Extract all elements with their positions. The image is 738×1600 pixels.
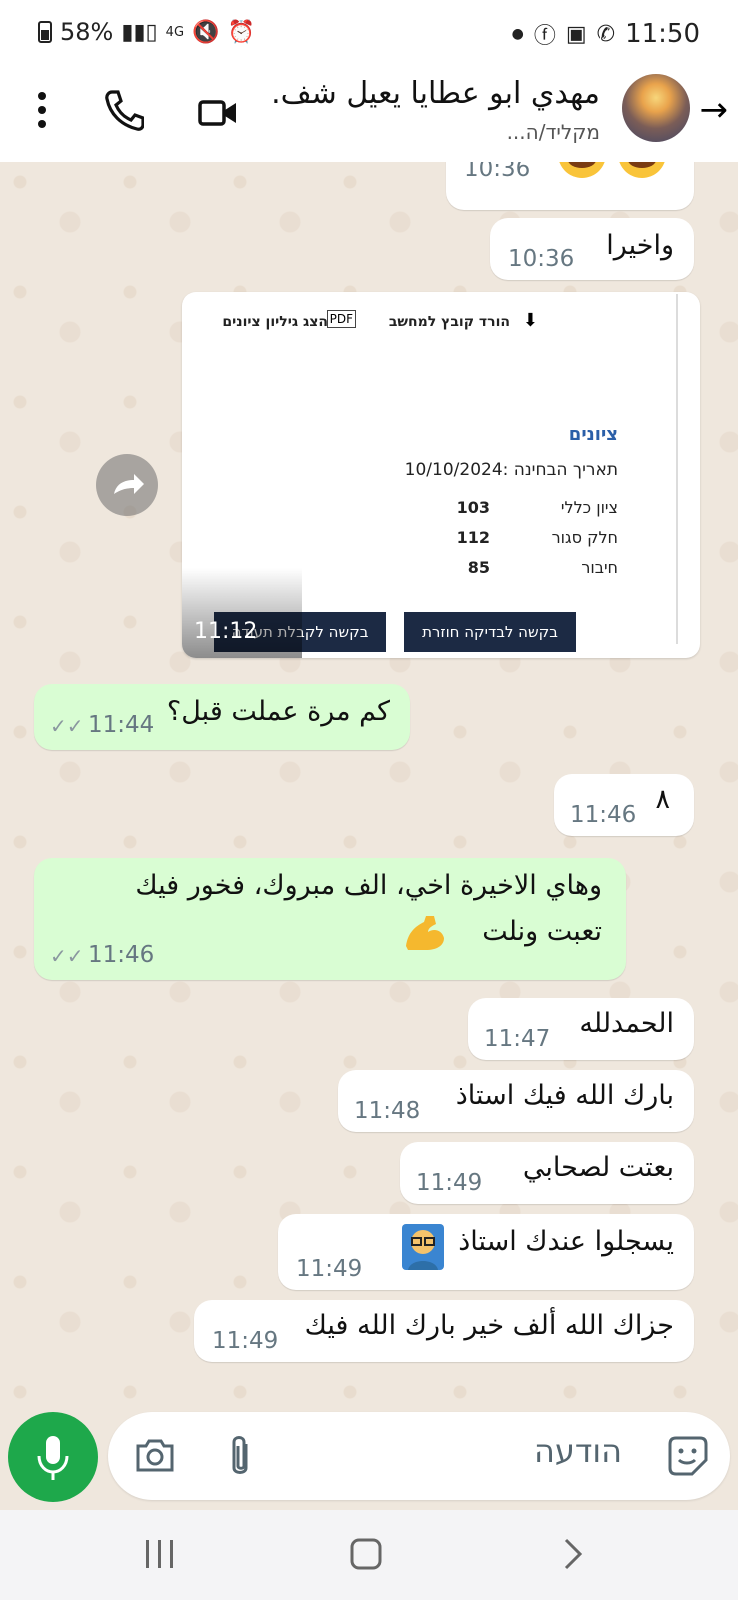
gallery-icon: ▣	[565, 21, 587, 47]
battery-icon	[38, 21, 52, 43]
dot-icon: ●	[511, 26, 524, 42]
report-row-label: חיבור	[581, 558, 618, 577]
image-shade	[182, 568, 302, 658]
message-text-line: تعبت ونلت	[482, 916, 602, 947]
back-arrow-icon[interactable]: →	[700, 90, 729, 130]
flexed-biceps-emoji-icon	[402, 912, 446, 956]
back-icon[interactable]	[552, 1536, 592, 1572]
message-incoming[interactable]: بارك الله فيك استاذ 11:48	[338, 1070, 694, 1132]
message-time: 11:48	[354, 1098, 421, 1124]
report-view-label: הצג גיליון ציונים	[222, 314, 328, 330]
message-text: كم مرة عملت قبل؟	[166, 696, 390, 727]
contact-name[interactable]: مهدي ابو عطايا يعيل شف.	[260, 76, 600, 111]
message-outgoing[interactable]: كم مرة عملت قبل؟ ✓✓ 11:44	[34, 684, 410, 750]
message-text: بعتت لصحابي	[522, 1152, 674, 1183]
read-ticks-icon: ✓✓	[50, 714, 84, 738]
report-exam-date: תאריך הבחינה :10/10/2024	[404, 460, 618, 480]
message-time: 10:36	[464, 162, 531, 182]
message-text: يسجلوا عندك استاذ	[458, 1226, 674, 1257]
message-text: جزاك الله ألف خير بارك الله فيك	[304, 1310, 674, 1341]
report-row-label: ציון כללי	[560, 498, 618, 517]
message-incoming[interactable]: يسجلوا عندك استاذ 11:49	[278, 1214, 694, 1290]
pdf-icon: PDF	[326, 310, 356, 328]
image-message[interactable]: ⬇ הורד קובץ למחשב PDF הצג גיליון ציונים …	[182, 292, 700, 658]
message-outgoing[interactable]: وهاي الاخيرة اخي، الف مبروك، فخور فيك تع…	[34, 858, 626, 980]
battery-level: 58%	[60, 18, 114, 46]
phone-call-icon[interactable]	[104, 88, 144, 132]
report-row-value: 112	[456, 528, 490, 547]
message-time: 10:36	[508, 246, 575, 272]
report-row-value: 103	[456, 498, 490, 517]
message-incoming[interactable]: 10:36	[446, 162, 694, 210]
status-time: 11:50	[625, 19, 700, 49]
status-right: ● ⓕ ▣ ✆ 11:50	[512, 18, 700, 50]
status-left: 58% ▮▮▯ 4G 🔇 ⏰	[38, 18, 255, 46]
message-text-line: وهاي الاخيرة اخي، الف مبروك، فخور فيك	[135, 870, 602, 901]
more-options-icon[interactable]	[36, 90, 48, 130]
message-time: 11:49	[212, 1328, 279, 1354]
facebook-icon: ⓕ	[533, 24, 556, 49]
message-time: 11:49	[296, 1256, 363, 1282]
report-heading: ציונים	[568, 424, 618, 445]
camera-icon[interactable]	[134, 1434, 176, 1476]
message-input[interactable]: הודעה	[108, 1412, 730, 1500]
microphone-icon	[37, 1436, 69, 1480]
read-ticks-icon: ✓✓	[50, 944, 84, 968]
recent-apps-icon[interactable]	[140, 1536, 180, 1572]
forward-icon[interactable]	[96, 454, 158, 516]
chat-area[interactable]: 10:36 واخيرا 10:36 ⬇ הורד קובץ למחשב PDF…	[0, 162, 738, 1410]
message-text: بارك الله فيك استاذ	[455, 1080, 674, 1111]
message-time: 11:46	[88, 942, 155, 968]
message-text: واخيرا	[606, 230, 674, 261]
message-time: 11:44	[88, 712, 155, 738]
typing-status: מקליד/ה...	[506, 120, 600, 144]
network-type: 4G	[165, 24, 185, 40]
home-icon[interactable]	[346, 1536, 386, 1572]
report-recheck-button: בקשה לבדיקה חוזרת	[404, 612, 576, 652]
message-incoming[interactable]: الحمدلله 11:47	[468, 998, 694, 1060]
message-incoming[interactable]: جزاك الله ألف خير بارك الله فيك 11:49	[194, 1300, 694, 1362]
message-incoming[interactable]: بعتت لصحابي 11:49	[400, 1142, 694, 1204]
chat-header: → مهدي ابو عطايا يعيل شف. מקליד/ה...	[0, 70, 738, 163]
message-time: 11:47	[484, 1026, 551, 1052]
report-download-label: הורד קובץ למחשב	[388, 314, 510, 330]
download-icon: ⬇	[522, 310, 538, 331]
message-time: 11:49	[416, 1170, 483, 1196]
message-incoming[interactable]: واخيرا 10:36	[490, 218, 694, 280]
signal-icon: ▮▮▯	[121, 19, 158, 45]
contact-avatar[interactable]	[622, 74, 690, 142]
laughing-crying-emoji-icon	[554, 162, 674, 186]
message-text: ٨	[655, 784, 670, 815]
message-text: الحمدلله	[579, 1008, 674, 1039]
voice-record-button[interactable]	[8, 1412, 98, 1502]
alarm-icon: ⏰	[227, 19, 255, 45]
system-nav-bar	[0, 1510, 738, 1600]
status-bar: 58% ▮▮▯ 4G 🔇 ⏰ ● ⓕ ▣ ✆ 11:50	[0, 0, 738, 70]
teacher-emoji-icon	[402, 1224, 444, 1274]
report-divider	[676, 294, 678, 644]
message-incoming[interactable]: ٨ 11:46	[554, 774, 694, 836]
report-row-label: חלק סגור	[551, 528, 618, 547]
message-time: 11:12	[194, 619, 258, 644]
report-row-value: 85	[467, 558, 490, 577]
video-call-icon[interactable]	[198, 92, 238, 132]
message-placeholder: הודעה	[533, 1432, 622, 1470]
whatsapp-icon: ✆	[596, 21, 616, 47]
mute-icon: 🔇	[192, 19, 220, 45]
paperclip-icon[interactable]	[226, 1432, 254, 1480]
sticker-icon[interactable]	[666, 1434, 710, 1478]
message-time: 11:46	[570, 802, 637, 828]
